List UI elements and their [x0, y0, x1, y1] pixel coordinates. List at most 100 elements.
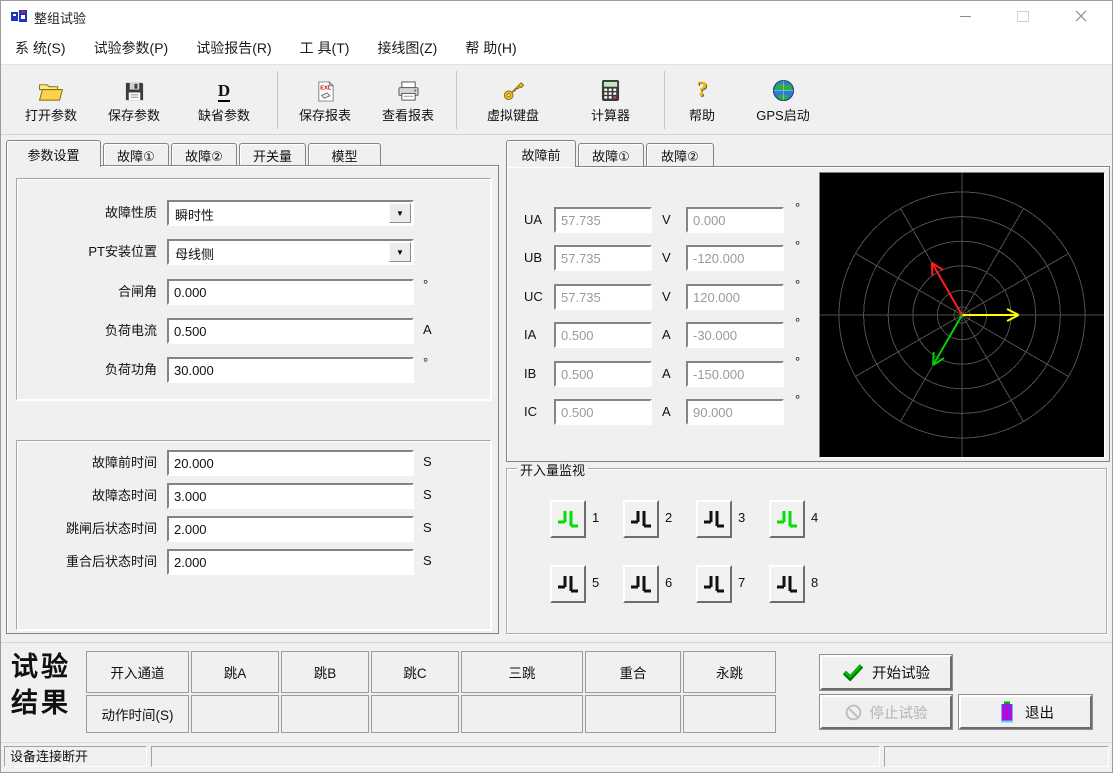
result-header-cell: 开入通道 [86, 651, 189, 693]
tab-fault2-right[interactable]: 故障② [646, 143, 714, 166]
fault-nature-select[interactable]: 瞬时性 ▼ [167, 200, 414, 226]
unit-label: A [662, 404, 671, 419]
window-controls [936, 1, 1110, 31]
switch-contact-icon [556, 572, 580, 596]
result-cell [281, 695, 369, 733]
tab-switching[interactable]: 开关量 [239, 143, 306, 166]
switch-contact-icon [702, 572, 726, 596]
maximize-button[interactable] [994, 1, 1052, 31]
ub-angle-input [686, 245, 784, 271]
stop-test-button[interactable]: 停止试验 [820, 695, 952, 729]
toolbar-open-params-button[interactable]: 打开参数 [11, 69, 91, 131]
menu-item-help[interactable]: 帮 助(H) [465, 38, 516, 58]
toolbar-help-button[interactable]: ? 帮助 [671, 69, 733, 131]
right-tabstrip: 故障前 故障① 故障② [506, 140, 716, 166]
close-button[interactable] [1052, 1, 1110, 31]
tab-fault2-left[interactable]: 故障② [171, 143, 237, 166]
result-cell [461, 695, 583, 733]
svg-text:EXL: EXL [320, 85, 332, 91]
prefault-time-input[interactable] [167, 450, 414, 476]
status-segment [151, 746, 880, 767]
menu-item-system[interactable]: 系 统(S) [15, 38, 66, 58]
input-channel-4-button[interactable] [769, 500, 805, 538]
tab-fault1-right[interactable]: 故障① [578, 143, 644, 166]
field-label: 负荷功角 [17, 357, 157, 383]
default-params-icon: D [218, 76, 230, 102]
pt-location-select[interactable]: 母线侧 ▼ [167, 239, 414, 265]
calculator-icon [601, 76, 620, 102]
toolbar-calculator-button[interactable]: 计算器 [563, 69, 658, 131]
toolbar-separator [664, 71, 665, 129]
toolbar-gps-start-button[interactable]: GPS启动 [733, 69, 833, 131]
closing-angle-input[interactable] [167, 279, 414, 305]
window-title: 整组试验 [34, 8, 86, 27]
minimize-button[interactable] [936, 1, 994, 31]
channel-number: 7 [738, 575, 745, 590]
unit-label: V [662, 250, 671, 265]
toolbar-save-params-button[interactable]: 保存参数 [91, 69, 177, 131]
toolbar-label: 查看报表 [382, 105, 434, 124]
chevron-down-icon[interactable]: ▼ [389, 203, 411, 223]
uc-magnitude-input [554, 284, 652, 310]
fault-state-time-input[interactable] [167, 483, 414, 509]
input-channel-3-button[interactable] [696, 500, 732, 538]
phasor-row-label: UB [524, 245, 550, 271]
result-title-line2: 结果 [11, 685, 71, 721]
help-icon: ? [697, 76, 708, 102]
tab-model[interactable]: 模型 [308, 143, 381, 166]
toolbar-view-report-button[interactable]: 查看报表 [366, 69, 450, 131]
toolbar-default-params-button[interactable]: D 缺省参数 [177, 69, 271, 131]
load-current-input[interactable] [167, 318, 414, 344]
toolbar-virtual-keyboard-button[interactable]: 虚拟键盘 [463, 69, 563, 131]
unit-label: V [662, 212, 671, 227]
menu-item-wiring-diagram[interactable]: 接线图(Z) [377, 38, 437, 58]
degree-label: ° [795, 315, 800, 330]
field-label: 故障态时间 [17, 483, 157, 509]
input-monitor-group: 开入量监视 1 2 3 4 5 6 7 8 [506, 468, 1107, 634]
exit-button[interactable]: 退出 [959, 695, 1092, 729]
ib-magnitude-input [554, 361, 652, 387]
save-floppy-icon [124, 76, 145, 102]
post-reclose-time-input[interactable] [167, 549, 414, 575]
status-bar: 设备连接断开 [1, 742, 1112, 771]
input-monitor-title: 开入量监视 [517, 460, 588, 479]
toolbar-save-report-button[interactable]: EXL 保存报表 [284, 69, 366, 131]
menu-item-tools[interactable]: 工 具(T) [300, 38, 350, 58]
input-channel-5-button[interactable] [550, 565, 586, 603]
toolbar-label: 打开参数 [25, 105, 77, 124]
start-test-label: 开始试验 [872, 662, 930, 683]
degree-label: ° [795, 277, 800, 292]
result-cell [191, 695, 279, 733]
input-channel-6-button[interactable] [623, 565, 659, 603]
field-label: 合闸角 [17, 279, 157, 305]
menu-item-test-params[interactable]: 试验参数(P) [94, 38, 169, 58]
title-bar: 整组试验 [1, 1, 1112, 31]
input-channel-2-button[interactable] [623, 500, 659, 538]
field-label: 故障前时间 [17, 450, 157, 476]
unit-label: ° [423, 277, 428, 292]
toolbar-label: 缺省参数 [198, 105, 250, 124]
tab-prefault[interactable]: 故障前 [506, 140, 576, 167]
exit-door-icon [997, 701, 1017, 723]
save-report-icon: EXL [315, 76, 336, 102]
ib-angle-input [686, 361, 784, 387]
field-label: 负荷电流 [17, 318, 157, 344]
start-test-button[interactable]: 开始试验 [820, 655, 952, 690]
ia-angle-input [686, 322, 784, 348]
tab-param-settings[interactable]: 参数设置 [6, 140, 101, 167]
phasor-row-label: IB [524, 361, 550, 387]
load-power-angle-input[interactable] [167, 357, 414, 383]
input-channel-8-button[interactable] [769, 565, 805, 603]
menu-item-test-report[interactable]: 试验报告(R) [196, 38, 271, 58]
input-channel-7-button[interactable] [696, 565, 732, 603]
menu-bar: 系 统(S) 试验参数(P) 试验报告(R) 工 具(T) 接线图(Z) 帮 助… [1, 31, 1112, 64]
channel-number: 2 [665, 510, 672, 525]
input-channel-1-button[interactable] [550, 500, 586, 538]
post-trip-time-input[interactable] [167, 516, 414, 542]
left-tabstrip: 参数设置 故障① 故障② 开关量 模型 [6, 138, 383, 166]
tab-fault1-left[interactable]: 故障① [103, 143, 169, 166]
chevron-down-icon[interactable]: ▼ [389, 242, 411, 262]
unit-label: S [423, 553, 432, 568]
check-icon [842, 664, 864, 681]
toolbar-label: GPS启动 [756, 105, 809, 124]
